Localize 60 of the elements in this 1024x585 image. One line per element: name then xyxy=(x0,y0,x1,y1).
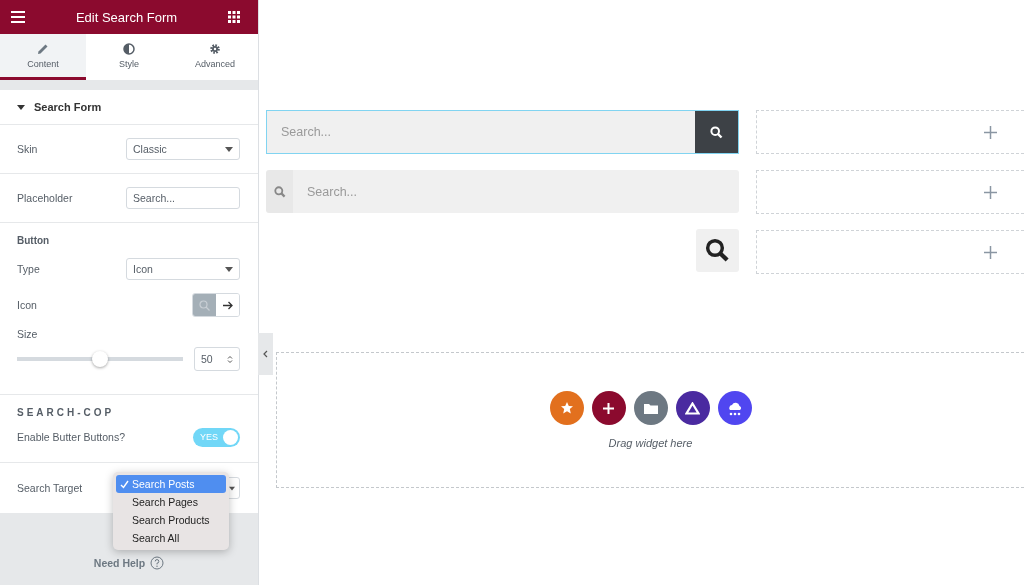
section-title: Search Form xyxy=(34,101,102,113)
field-label: Skin xyxy=(17,143,38,155)
empty-column[interactable] xyxy=(756,170,1024,214)
option-label: Search Products xyxy=(132,514,210,526)
menu-option[interactable]: Search Pages xyxy=(116,493,226,511)
menu-icon[interactable] xyxy=(11,11,25,23)
group-heading: Button xyxy=(17,235,51,246)
empty-column[interactable] xyxy=(756,110,1024,154)
menu-option[interactable]: Search Products xyxy=(116,511,226,529)
option-label: Search All xyxy=(132,532,180,544)
star-button[interactable] xyxy=(549,391,584,425)
option-label: Search Pages xyxy=(132,496,198,508)
field-label: Type xyxy=(17,263,40,275)
triangle-icon xyxy=(685,401,700,415)
group-heading: SEARCH-COP xyxy=(17,407,116,418)
plus-icon[interactable] xyxy=(984,185,997,199)
field-label: Placeholder xyxy=(17,192,73,204)
empty-column[interactable] xyxy=(756,230,1024,274)
folder-icon xyxy=(643,402,658,414)
search-icon xyxy=(705,238,730,263)
caret-icon xyxy=(229,485,235,491)
search-field[interactable]: Search... xyxy=(293,170,739,213)
plus-icon[interactable] xyxy=(984,245,997,259)
star-icon xyxy=(559,401,574,415)
grid-icon[interactable] xyxy=(228,11,240,23)
contrast-icon xyxy=(123,42,135,55)
cloud-button[interactable] xyxy=(717,391,752,425)
field-label: Size xyxy=(17,328,39,340)
field-label: Search Target xyxy=(17,482,83,494)
plus-button[interactable] xyxy=(591,391,626,425)
caret-icon xyxy=(225,266,233,272)
triangle-button[interactable] xyxy=(675,391,710,425)
plus-icon xyxy=(603,402,614,414)
menu-option[interactable]: Search All xyxy=(116,529,226,547)
caret-icon xyxy=(225,146,233,152)
stepper-icon[interactable] xyxy=(227,354,233,364)
plus-icon[interactable] xyxy=(984,125,997,139)
settings-icon xyxy=(209,42,221,55)
collapse-handle[interactable] xyxy=(258,333,273,375)
placeholder-field[interactable]: Search... xyxy=(126,187,240,209)
chevron-icon xyxy=(263,350,268,358)
field-label: Icon xyxy=(17,299,37,311)
pencil-icon xyxy=(37,42,49,55)
cloud-icon xyxy=(726,400,743,416)
panel-tab[interactable]: Content xyxy=(0,34,86,80)
folder-button[interactable] xyxy=(633,391,668,425)
size-input[interactable]: 50 xyxy=(194,347,240,371)
search-icon xyxy=(273,185,286,198)
help-icon xyxy=(150,556,165,570)
panel-title: Edit Search Form xyxy=(75,9,178,25)
option-label: Search Posts xyxy=(132,478,195,490)
type-select[interactable]: Icon xyxy=(126,258,240,280)
search-button[interactable] xyxy=(696,229,739,272)
drop-hint: Drag widget here xyxy=(608,437,693,449)
help-link[interactable]: Need Help xyxy=(93,556,165,570)
skin-select[interactable]: Classic xyxy=(126,138,240,160)
check-icon xyxy=(120,480,129,489)
field-label: Enable Butter Buttons? xyxy=(17,431,125,443)
section-header[interactable]: Search Form xyxy=(0,90,258,125)
slider-handle[interactable] xyxy=(92,351,108,367)
